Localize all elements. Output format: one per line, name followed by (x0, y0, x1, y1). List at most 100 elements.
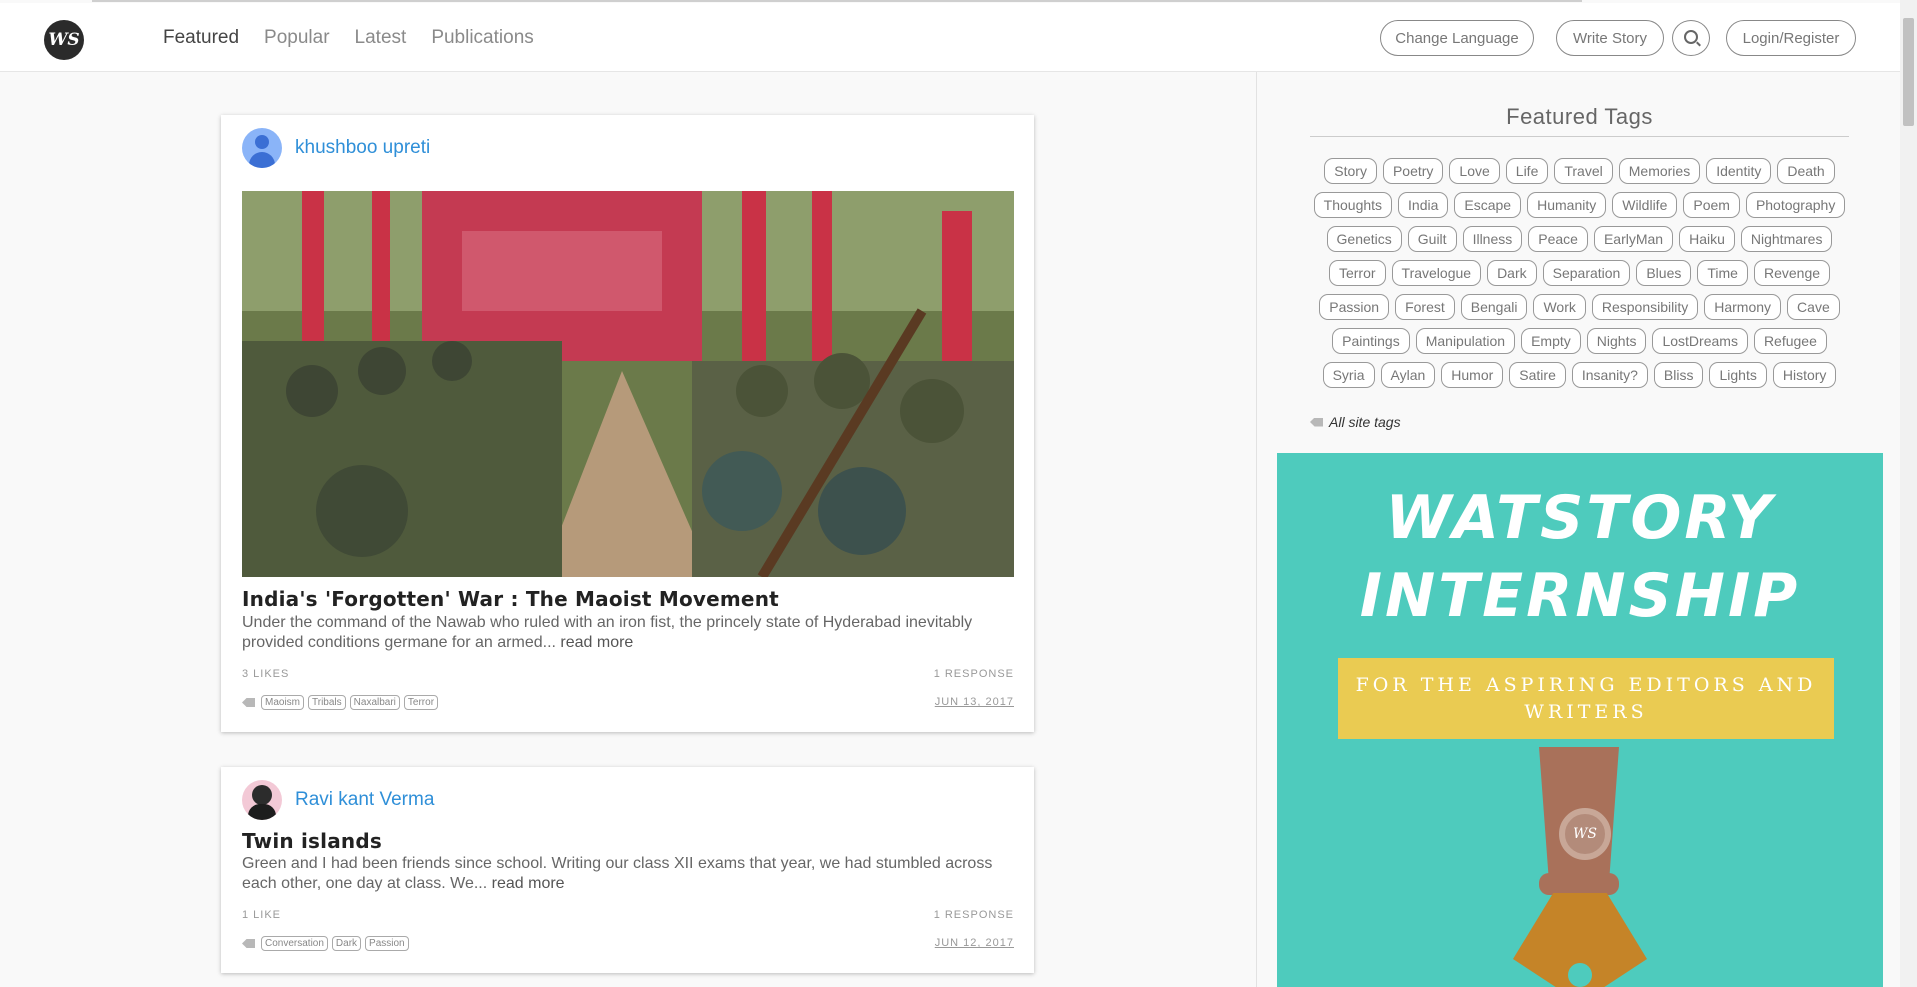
featured-tag[interactable]: Humor (1441, 362, 1504, 388)
post-tags: Maoism Tribals Naxalbari Terror JUN 13, … (242, 695, 1014, 710)
featured-tag[interactable]: Identity (1706, 158, 1772, 184)
featured-tag[interactable]: Travel (1554, 158, 1613, 184)
featured-tag[interactable]: History (1772, 362, 1837, 388)
pen-collar-graphic (1539, 873, 1619, 895)
responses-count[interactable]: 1 RESPONSE (934, 668, 1014, 680)
featured-tag[interactable]: Insanity? (1571, 362, 1648, 388)
featured-tag[interactable]: Life (1505, 158, 1549, 184)
featured-tag[interactable]: Separation (1542, 260, 1631, 286)
featured-tag[interactable]: Time (1697, 260, 1748, 286)
post-author[interactable]: Ravi kant Verma (242, 780, 434, 820)
featured-tag[interactable]: Story (1324, 158, 1377, 184)
author-name[interactable]: Ravi kant Verma (295, 789, 434, 811)
featured-tag[interactable]: India (1398, 192, 1449, 218)
post-meta: 1 LIKE 1 RESPONSE (242, 909, 1014, 921)
post-tag[interactable]: Maoism (261, 695, 305, 710)
post-excerpt: Green and I had been friends since schoo… (242, 854, 1014, 894)
featured-tag[interactable]: Poetry (1382, 158, 1444, 184)
post-date[interactable]: JUN 13, 2017 (935, 696, 1014, 708)
featured-tag[interactable]: Blues (1636, 260, 1692, 286)
read-more-link[interactable]: read more (492, 875, 565, 892)
featured-tag[interactable]: Guilt (1407, 226, 1457, 252)
featured-tag[interactable]: Lights (1709, 362, 1767, 388)
featured-tag[interactable]: Nights (1586, 328, 1647, 354)
change-language-button[interactable]: Change Language (1380, 20, 1534, 56)
ad-title-line1: WATSTORY (1385, 483, 1775, 553)
all-site-tags-link[interactable]: All site tags (1310, 414, 1401, 430)
scrollbar-thumb[interactable] (1903, 18, 1914, 126)
featured-tag[interactable]: EarlyMan (1593, 226, 1674, 252)
featured-tag[interactable]: Aylan (1380, 362, 1436, 388)
featured-tag[interactable]: Bengali (1460, 294, 1528, 320)
featured-tags-cloud: Story Poetry Love Life Travel Memories Identit… (1310, 158, 1849, 388)
main-nav: Featured Popular Latest Publications (163, 27, 559, 49)
post-title[interactable]: Twin islands (242, 829, 382, 853)
featured-tag[interactable]: Memories (1618, 158, 1701, 184)
nav-popular[interactable]: Popular (264, 27, 330, 49)
featured-tag[interactable]: Love (1449, 158, 1500, 184)
post-date[interactable]: JUN 12, 2017 (935, 937, 1014, 949)
featured-tag[interactable]: Manipulation (1415, 328, 1516, 354)
featured-tag[interactable]: Paintings (1332, 328, 1410, 354)
featured-tag[interactable]: Illness (1462, 226, 1523, 252)
post-tag[interactable]: Dark (331, 936, 362, 951)
featured-tag[interactable]: Dark (1487, 260, 1537, 286)
post-tag[interactable]: Terror (403, 695, 439, 710)
likes-count[interactable]: 3 LIKES (242, 668, 289, 680)
featured-tag[interactable]: Travelogue (1391, 260, 1482, 286)
featured-tag[interactable]: Bliss (1653, 362, 1704, 388)
featured-tag[interactable]: Work (1533, 294, 1586, 320)
nav-featured[interactable]: Featured (163, 27, 239, 49)
featured-tag[interactable]: Harmony (1704, 294, 1782, 320)
featured-tag[interactable]: Forest (1395, 294, 1455, 320)
site-logo[interactable]: WS (44, 20, 84, 60)
featured-tag[interactable]: Terror (1328, 260, 1386, 286)
post-tag[interactable]: Tribals (308, 695, 346, 710)
featured-tag[interactable]: Satire (1509, 362, 1566, 388)
post-tag[interactable]: Conversation (261, 936, 328, 951)
author-name[interactable]: khushboo upreti (295, 137, 430, 159)
post-author[interactable]: khushboo upreti (242, 128, 430, 168)
search-button[interactable] (1672, 20, 1710, 56)
featured-tag[interactable]: Passion (1319, 294, 1390, 320)
featured-tag[interactable]: LostDreams (1652, 328, 1748, 354)
featured-tag[interactable]: Syria (1322, 362, 1375, 388)
featured-tag[interactable]: Empty (1521, 328, 1581, 354)
responses-count[interactable]: 1 RESPONSE (934, 909, 1014, 921)
avatar[interactable] (242, 780, 282, 820)
featured-tag[interactable]: Thoughts (1313, 192, 1393, 218)
featured-tag[interactable]: Photography (1745, 192, 1846, 218)
featured-tag[interactable]: Wildlife (1612, 192, 1678, 218)
featured-tags-title: Featured Tags (1506, 104, 1653, 129)
page-scrollbar[interactable] (1900, 0, 1917, 987)
featured-tag[interactable]: Nightmares (1740, 226, 1833, 252)
featured-tag[interactable]: Death (1777, 158, 1835, 184)
featured-tag[interactable]: Responsibility (1591, 294, 1699, 320)
post-title[interactable]: India's 'Forgotten' War : The Maoist Mov… (242, 587, 779, 611)
post-card: Ravi kant Verma Twin islands Green and I… (221, 767, 1034, 973)
post-image[interactable] (242, 191, 1014, 577)
internship-ad-banner[interactable]: WATSTORY INTERNSHIP FOR THE ASPIRING EDI… (1277, 453, 1883, 987)
featured-tag[interactable]: Refugee (1753, 328, 1827, 354)
likes-count[interactable]: 1 LIKE (242, 909, 281, 921)
all-site-tags-label[interactable]: All site tags (1329, 414, 1401, 430)
featured-tag[interactable]: Escape (1454, 192, 1522, 218)
featured-tag[interactable]: Genetics (1326, 226, 1402, 252)
featured-tag[interactable]: Cave (1787, 294, 1840, 320)
featured-tag[interactable]: Revenge (1753, 260, 1831, 286)
post-tag[interactable]: Naxalbari (349, 695, 400, 710)
ad-subtitle: FOR THE ASPIRING EDITORS AND WRITERS (1355, 674, 1817, 723)
nav-latest[interactable]: Latest (355, 27, 407, 49)
write-story-button[interactable]: Write Story (1556, 20, 1664, 56)
featured-tag[interactable]: Humanity (1527, 192, 1607, 218)
read-more-link[interactable]: read more (560, 634, 633, 651)
featured-tag[interactable]: Peace (1528, 226, 1588, 252)
tag-icon (242, 698, 255, 707)
post-tag[interactable]: Passion (365, 936, 409, 951)
featured-tag[interactable]: Haiku (1679, 226, 1735, 252)
nav-publications[interactable]: Publications (431, 27, 533, 49)
avatar[interactable] (242, 128, 282, 168)
top-loading-line (92, 0, 1582, 2)
featured-tag[interactable]: Poem (1683, 192, 1740, 218)
login-register-button[interactable]: Login/Register (1726, 20, 1856, 56)
